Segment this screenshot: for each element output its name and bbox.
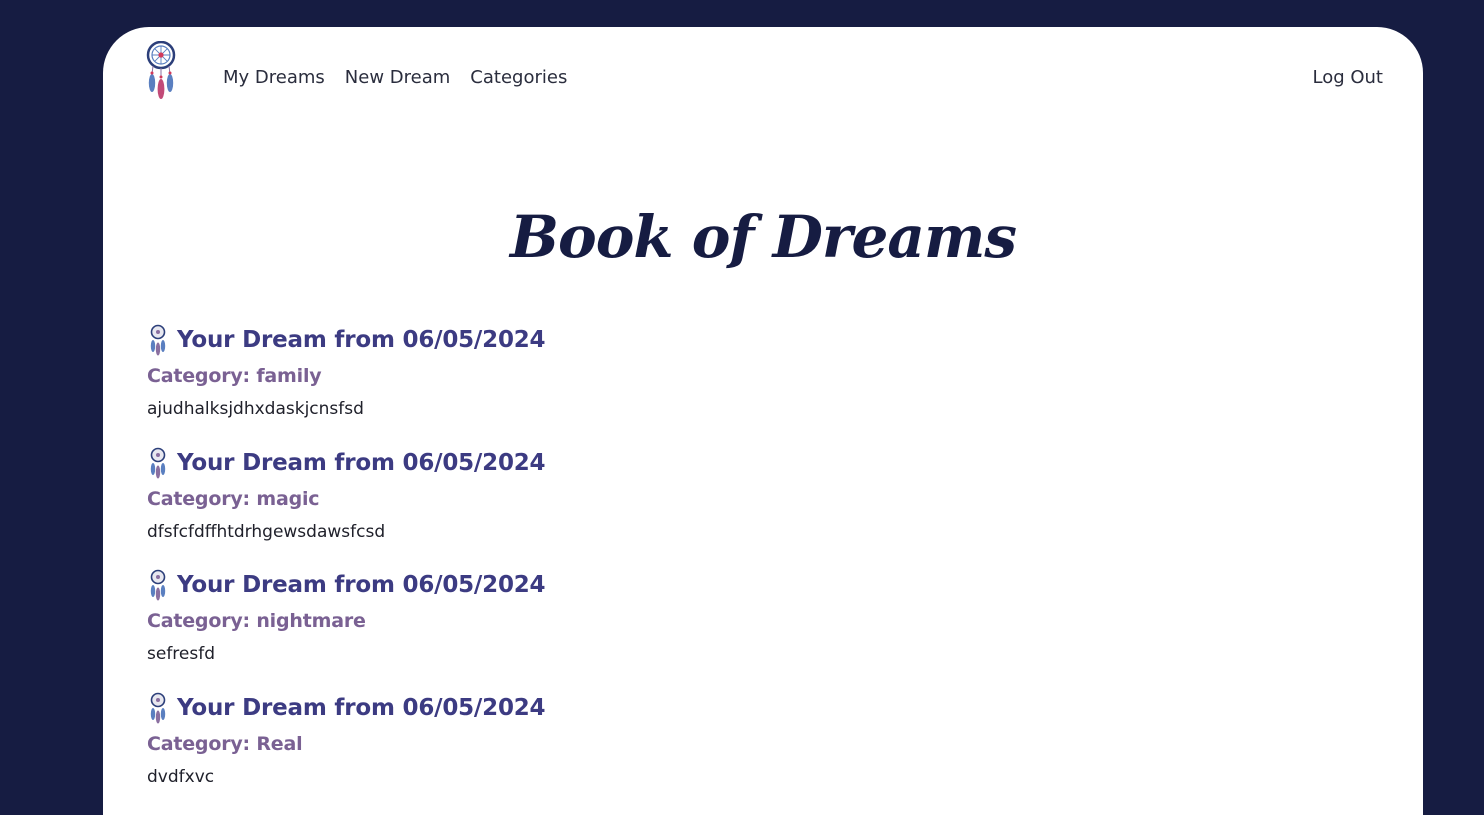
- page-title: Book of Dreams: [510, 203, 1017, 271]
- dream-text: ajudhalksjdhxdaskjcnsfsd: [147, 399, 364, 419]
- dreamcatcher-icon: [150, 324, 166, 356]
- dream-list: Your Dream from 06/05/2024 Category: fam…: [147, 323, 1047, 814]
- nav-link-categories[interactable]: Categories: [470, 67, 567, 88]
- dreamcatcher-icon: [150, 447, 166, 479]
- nav-link-new-dream[interactable]: New Dream: [345, 67, 451, 88]
- dream-entry: Your Dream from 06/05/2024 Category: nig…: [147, 568, 1047, 691]
- dream-heading[interactable]: Your Dream from 06/05/2024: [147, 568, 1047, 602]
- dream-title: Your Dream from 06/05/2024: [177, 327, 546, 353]
- navbar: My Dreams New Dream Categories Log Out: [103, 27, 1423, 137]
- dream-heading[interactable]: Your Dream from 06/05/2024: [147, 691, 1047, 725]
- dream-heading[interactable]: Your Dream from 06/05/2024: [147, 323, 1047, 357]
- dream-text: dvdfxvc: [147, 767, 215, 788]
- dream-title: Your Dream from 06/05/2024: [177, 449, 546, 476]
- dream-category: Category: family: [147, 365, 322, 387]
- logout-link[interactable]: Log Out: [1312, 67, 1383, 88]
- dream-title: Your Dream from 06/05/2024: [177, 695, 546, 722]
- dreamcatcher-icon: [150, 570, 166, 601]
- nav-links: My Dreams New Dream Categories: [223, 67, 567, 88]
- dream-title: Your Dream from 06/05/2024: [177, 572, 546, 599]
- main-card: My Dreams New Dream Categories Log Out B…: [103, 27, 1423, 815]
- nav-link-my-dreams[interactable]: My Dreams: [223, 67, 325, 88]
- dream-text: dfsfcfdffhtdrhgewsdawsfcsd: [147, 521, 386, 542]
- dream-entry: Your Dream from 06/05/2024 Category: mag…: [147, 446, 1047, 569]
- dream-category: Category: Real: [147, 733, 303, 756]
- dream-category: Category: magic: [147, 487, 320, 510]
- dream-entry: Your Dream from 06/05/2024 Category: Rea…: [147, 691, 1047, 814]
- dreamcatcher-icon: [150, 692, 166, 724]
- dream-heading[interactable]: Your Dream from 06/05/2024: [147, 446, 1047, 480]
- dream-entry: Your Dream from 06/05/2024 Category: fam…: [147, 323, 1047, 446]
- dream-category: Category: nightmare: [147, 610, 366, 633]
- dreamcatcher-logo-icon[interactable]: [143, 41, 179, 103]
- dream-text: sefresfd: [147, 644, 216, 665]
